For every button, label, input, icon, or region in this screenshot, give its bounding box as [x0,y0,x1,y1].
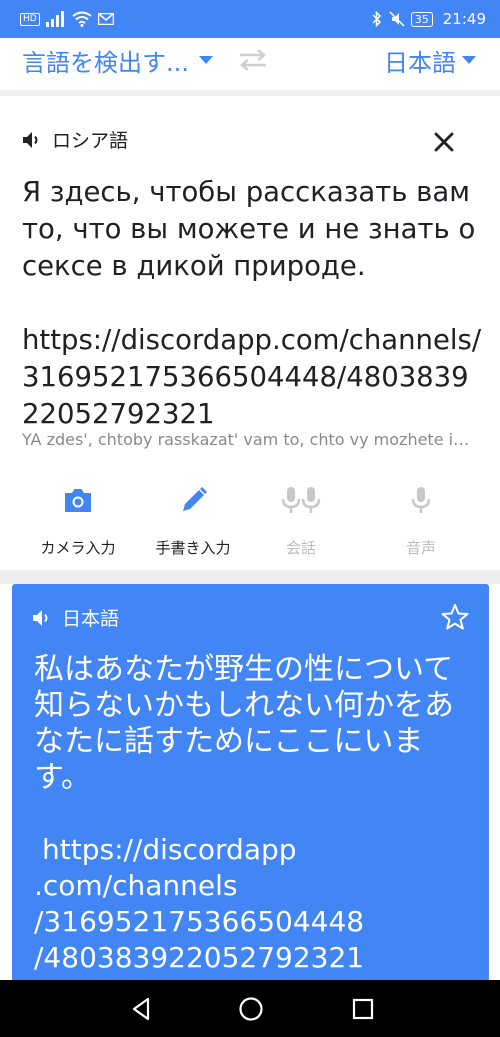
speaker-icon[interactable] [22,130,44,150]
result-language-label: 日本語 [62,608,120,630]
status-right: 35 21:49 [371,10,486,28]
translated-link-line: https://discordapp [42,833,297,866]
back-icon[interactable] [126,994,156,1024]
romanization-text: YA zdes', chtoby rasskazat' vam to, chto… [22,430,474,449]
source-language-label: 言語を検出す... [22,48,189,77]
translated-text-body: 私はあなたが野生の性について知らないかもしれない何かをあなたに話すためにここにい… [34,652,454,795]
target-language-selector[interactable]: 日本語 [384,40,476,80]
translated-text: 私はあなたが野生の性について知らないかもしれない何かをあなたに話すためにここにい… [34,652,474,976]
divider [0,570,500,584]
signal-icon [45,11,64,27]
speaker-icon[interactable] [32,608,54,628]
translated-link-line: /316952175366504448 [34,905,365,938]
camera-input-button[interactable]: カメラ入力 [18,481,138,558]
translated-link-line: .com/channels [34,869,238,902]
source-text-body: Я здесь, чтобы рассказать вам то, что вы… [22,176,476,282]
status-bar: HD 35 21:49 [0,0,500,38]
home-icon[interactable] [236,994,266,1024]
input-card: ロシア語 Я здесь, чтобы рассказать вам то, ч… [0,96,500,570]
detected-language-row[interactable]: ロシア語 [22,126,128,153]
bluetooth-icon [372,11,381,27]
target-language-label: 日本語 [384,48,456,77]
status-left: HD [20,11,114,27]
chevron-down-icon [462,56,476,64]
detected-language-label: ロシア語 [52,130,129,152]
handwriting-input-button[interactable]: 手書き入力 [133,481,253,558]
translated-link-line: /480383922052792321 [34,941,365,974]
mute-icon [389,11,405,27]
hd-badge: HD [20,12,40,26]
source-text[interactable]: Я здесь, чтобы рассказать вам то, что вы… [22,174,482,433]
battery-indicator: 35 [410,11,433,27]
tool-label: 音声 [405,539,436,557]
voice-input-button[interactable]: 音声 [361,481,481,558]
translated-link: https://discordapp .com/channels /316952… [34,832,474,976]
chevron-down-icon [198,56,213,64]
camera-icon [65,489,91,512]
conversation-button[interactable]: 会話 [241,481,361,558]
tool-label: 手書き入力 [155,539,231,557]
translation-result-card[interactable]: 日本語 私はあなたが野生の性について知らないかもしれない何かをあなたに話すために… [12,584,489,984]
input-tools: カメラ入力 手書き入力 会話 音声 [0,481,500,561]
pen-icon [183,487,207,511]
swap-languages-icon[interactable] [236,47,270,73]
language-bar: 言語を検出す... 日本語 [0,38,500,90]
wifi-icon [72,11,92,27]
source-language-selector[interactable]: 言語を検出す... [22,40,213,80]
source-link: https://discordapp.com/channels/31695217… [22,324,482,430]
close-icon[interactable] [428,126,460,158]
result-language-row[interactable]: 日本語 [32,604,119,631]
navigation-bar [0,980,500,1037]
conversation-mic-icon [281,487,321,513]
mail-icon [97,13,114,25]
star-icon[interactable] [440,602,470,632]
time: 21:49 [442,10,486,28]
mic-icon [411,487,431,513]
tool-label: カメラ入力 [40,539,116,557]
tool-label: 会話 [285,539,316,557]
recent-apps-icon[interactable] [348,994,378,1024]
